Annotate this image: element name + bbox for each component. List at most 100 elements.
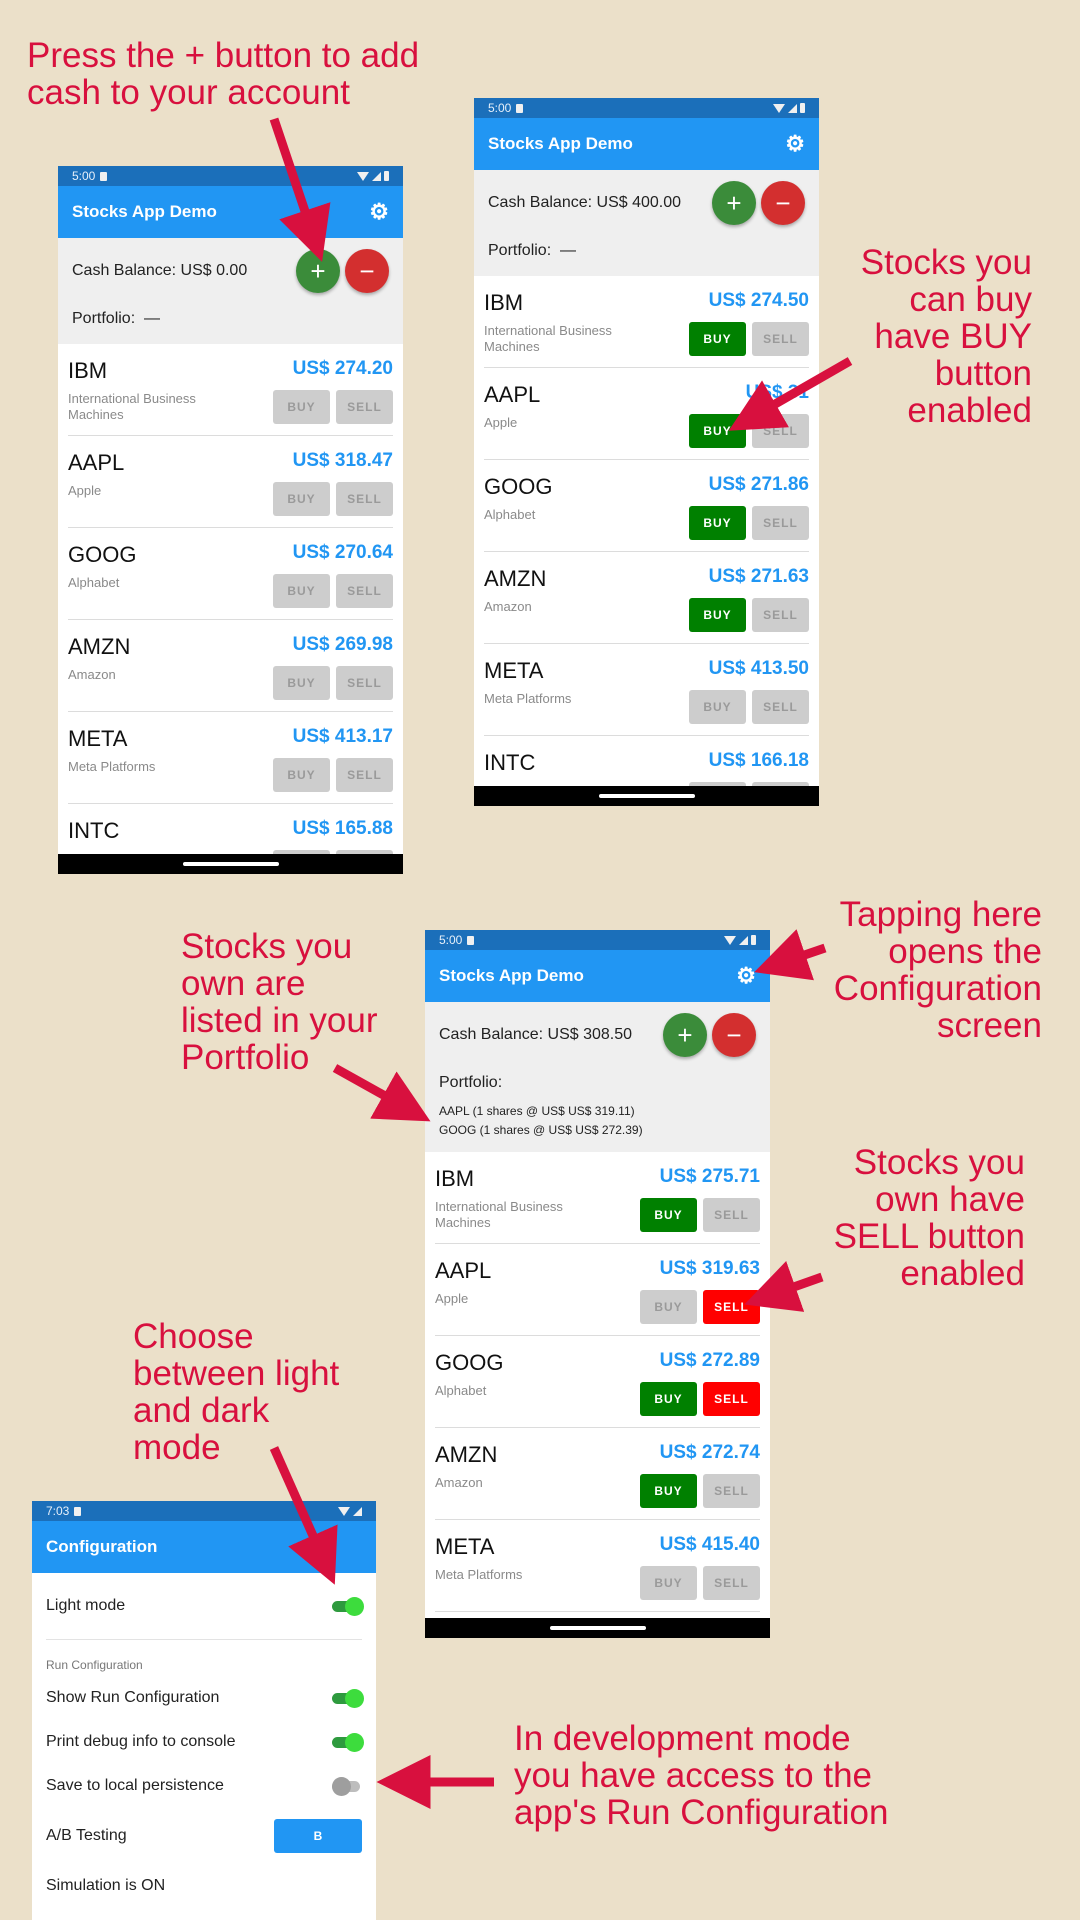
stock-price: US$ 274.50 xyxy=(708,290,809,311)
ab-testing-button[interactable]: B xyxy=(274,1819,362,1853)
buy-button[interactable]: BUY xyxy=(689,506,746,540)
buy-button[interactable]: BUY xyxy=(640,1566,697,1600)
stock-name: Meta Platforms xyxy=(484,691,572,706)
annotation-settings: Tapping here opens the Configuration screen xyxy=(834,896,1042,1044)
annotation-line: own are xyxy=(181,964,306,1003)
buy-button[interactable]: BUY xyxy=(273,758,330,792)
light-mode-toggle[interactable] xyxy=(332,1596,364,1616)
debug-info-toggle[interactable] xyxy=(332,1732,364,1752)
sell-button[interactable]: SELL xyxy=(752,690,809,724)
buy-button[interactable]: BUY xyxy=(640,1290,697,1324)
stock-row: AAPL Apple US$ 31 BUY SELL xyxy=(484,368,809,460)
buy-button[interactable]: BUY xyxy=(689,690,746,724)
status-bar: 5:00 xyxy=(58,166,403,186)
phone-screen-funded: 5:00 Stocks App Demo ⚙ Cash Balance: US$… xyxy=(474,98,819,806)
sell-button[interactable]: SELL xyxy=(703,1198,760,1232)
sell-button[interactable]: SELL xyxy=(336,390,393,424)
buy-button[interactable]: BUY xyxy=(640,1382,697,1416)
buy-button[interactable]: BUY xyxy=(273,482,330,516)
stock-row: META Meta Platforms US$ 413.50 BUY SELL xyxy=(484,644,809,736)
annotation-line: button xyxy=(934,354,1032,393)
stock-row: GOOG Alphabet US$ 270.64 BUY SELL xyxy=(68,528,393,620)
portfolio-label: Portfolio: xyxy=(439,1074,503,1091)
annotation-line: Stocks you xyxy=(860,243,1032,282)
sell-button[interactable]: SELL xyxy=(336,482,393,516)
sell-button[interactable]: SELL xyxy=(752,322,809,356)
plus-icon[interactable]: + xyxy=(712,181,756,225)
home-indicator[interactable] xyxy=(182,862,279,866)
status-time: 5:00 xyxy=(488,101,512,115)
sell-button[interactable]: SELL xyxy=(703,1566,760,1600)
home-indicator[interactable] xyxy=(598,794,695,798)
sell-button[interactable]: SELL xyxy=(752,506,809,540)
stock-price: US$ 165.88 xyxy=(292,818,393,839)
sell-button[interactable]: SELL xyxy=(752,414,809,448)
buy-button[interactable]: BUY xyxy=(689,598,746,632)
gear-icon[interactable]: ⚙ xyxy=(369,201,389,223)
annotation-line: Stocks you xyxy=(181,927,353,966)
buy-button[interactable]: BUY xyxy=(273,390,330,424)
local-persistence-toggle[interactable] xyxy=(332,1776,362,1796)
config-title: Configuration xyxy=(46,1537,158,1556)
buy-button[interactable]: BUY xyxy=(640,1198,697,1232)
simulation-row: Simulation is ON xyxy=(46,1864,362,1908)
annotation-line: screen xyxy=(936,1006,1042,1045)
app-title: Stocks App Demo xyxy=(439,966,584,985)
stock-price: US$ 271.86 xyxy=(708,474,809,495)
sell-button[interactable]: SELL xyxy=(703,1290,760,1324)
annotation-line: have BUY xyxy=(874,317,1032,356)
annotation-line: listed in your xyxy=(181,1001,378,1040)
buy-button[interactable]: BUY xyxy=(689,322,746,356)
stock-name: International Business Machines xyxy=(68,391,196,422)
sell-button[interactable]: SELL xyxy=(336,666,393,700)
stock-row: AMZN Amazon US$ 271.63 BUY SELL xyxy=(484,552,809,644)
minus-icon[interactable]: − xyxy=(761,181,805,225)
buy-button[interactable]: BUY xyxy=(640,1474,697,1508)
annotation-line: Portfolio xyxy=(181,1038,310,1077)
stock-symbol: AMZN xyxy=(435,1442,498,1467)
portfolio-value: — xyxy=(560,242,577,259)
buy-button[interactable]: BUY xyxy=(689,414,746,448)
status-bar: 5:00 xyxy=(474,98,819,118)
stock-price: US$ 272.74 xyxy=(659,1442,760,1463)
show-run-config-toggle[interactable] xyxy=(332,1688,364,1708)
status-bar: 5:00 xyxy=(425,930,770,950)
config-label: Print debug info to console xyxy=(46,1733,236,1750)
sell-button[interactable]: SELL xyxy=(336,574,393,608)
minus-icon[interactable]: − xyxy=(345,249,389,293)
home-indicator[interactable] xyxy=(549,1626,646,1630)
sell-button[interactable]: SELL xyxy=(703,1474,760,1508)
cash-balance: Cash Balance: US$ 400.00 xyxy=(488,194,682,211)
stock-price: US$ 166.18 xyxy=(708,750,809,771)
stock-row: GOOG Alphabet US$ 271.86 BUY SELL xyxy=(484,460,809,552)
config-row: Show Run Configuration xyxy=(46,1676,364,1720)
sell-button[interactable]: SELL xyxy=(703,1382,760,1416)
sell-button[interactable]: SELL xyxy=(752,598,809,632)
cash-panel: Cash Balance: US$ 400.00 + − Portfolio: … xyxy=(474,170,819,276)
stock-name: Meta Platforms xyxy=(435,1567,523,1582)
stock-symbol: IBM xyxy=(484,290,524,315)
config-label: Show Run Configuration xyxy=(46,1689,220,1706)
plus-icon[interactable]: + xyxy=(296,249,340,293)
stock-price: US$ 31 xyxy=(745,382,809,403)
plus-icon[interactable]: + xyxy=(663,1013,707,1057)
wifi-icon xyxy=(357,171,369,181)
app-title: Stocks App Demo xyxy=(72,202,217,221)
sell-button[interactable]: SELL xyxy=(336,758,393,792)
annotation-line: between light xyxy=(133,1354,340,1393)
gear-icon[interactable]: ⚙ xyxy=(785,133,805,155)
annotation-line: Choose xyxy=(133,1317,254,1356)
config-row: Print debug info to console xyxy=(46,1720,364,1764)
gear-icon[interactable]: ⚙ xyxy=(736,965,756,987)
annotation-line: own have xyxy=(875,1180,1025,1219)
section-header: Run Configuration xyxy=(46,1658,143,1672)
minus-icon[interactable]: − xyxy=(712,1013,756,1057)
stock-price: US$ 270.64 xyxy=(292,542,393,563)
buy-button[interactable]: BUY xyxy=(273,574,330,608)
annotation-can-buy: Stocks you can buy have BUY button enabled xyxy=(861,244,1032,429)
stock-row: AMZN Amazon US$ 272.74 BUY SELL xyxy=(435,1428,760,1520)
annotation-line: In development mode xyxy=(514,1719,851,1758)
stock-price: US$ 413.17 xyxy=(292,726,393,747)
stock-symbol: AAPL xyxy=(68,450,125,475)
buy-button[interactable]: BUY xyxy=(273,666,330,700)
